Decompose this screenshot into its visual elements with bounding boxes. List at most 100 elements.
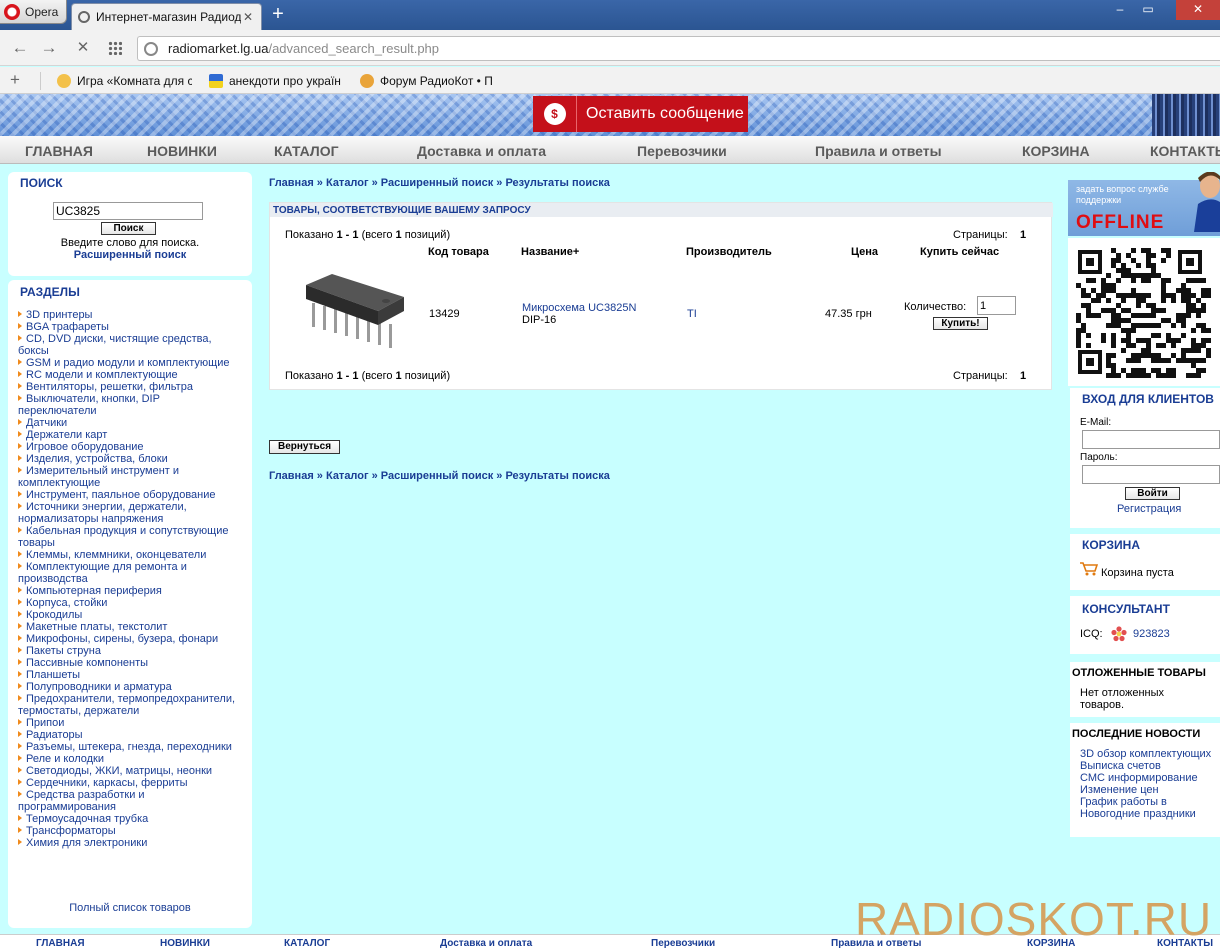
category-link[interactable]: Компьютерная периферия: [18, 585, 240, 597]
category-link[interactable]: Вентиляторы, решетки, фильтра: [18, 381, 240, 393]
breadcrumb[interactable]: Главная » Каталог » Расширенный поиск » …: [269, 177, 610, 189]
category-link[interactable]: Реле и колодки: [18, 753, 240, 765]
password-input[interactable]: [1082, 465, 1220, 484]
product-chip-image[interactable]: [304, 271, 406, 353]
category-link[interactable]: Полупроводники и арматура: [18, 681, 240, 693]
breadcrumb-bottom[interactable]: Главная » Каталог » Расширенный поиск » …: [269, 470, 610, 482]
category-link[interactable]: Разъемы, штекера, гнезда, переходники: [18, 741, 240, 753]
category-link[interactable]: Крокодилы: [18, 609, 240, 621]
news-link[interactable]: График работы в Новогодние праздники: [1080, 796, 1220, 820]
new-tab-button[interactable]: +: [268, 4, 288, 24]
category-link[interactable]: Радиаторы: [18, 729, 240, 741]
nav-home[interactable]: ГЛАВНАЯ: [25, 143, 93, 159]
nav-rules[interactable]: Правила и ответы: [815, 143, 942, 159]
news-link[interactable]: СМС информирование: [1080, 772, 1220, 784]
support-widget[interactable]: задать вопрос службе поддержки OFFLINE: [1068, 172, 1220, 236]
category-link[interactable]: Корпуса, стойки: [18, 597, 240, 609]
search-button[interactable]: Поиск: [101, 222, 156, 235]
category-link[interactable]: Пакеты струна: [18, 645, 240, 657]
login-button[interactable]: Войти: [1125, 487, 1180, 500]
qr-code-image[interactable]: [1068, 238, 1220, 386]
category-link[interactable]: Комплектующие для ремонта и производства: [18, 561, 240, 585]
bookmark-item[interactable]: анекдоти про україн: [209, 72, 342, 90]
browser-tab-bar: Opera Интернет-магазин Радиод ✕ + – ▭ ✕: [0, 0, 1220, 30]
nav-contacts[interactable]: КОНТАКТЫ: [1150, 143, 1220, 159]
category-link[interactable]: Держатели карт: [18, 429, 240, 441]
buy-button[interactable]: Купить!: [933, 317, 988, 330]
category-link[interactable]: Планшеты: [18, 669, 240, 681]
cat-icon: [360, 74, 374, 88]
advanced-search-link[interactable]: Расширенный поиск: [8, 249, 252, 261]
back-button[interactable]: Вернуться: [269, 440, 340, 454]
minimize-button[interactable]: –: [1106, 0, 1134, 20]
back-arrow-icon[interactable]: ←: [9, 38, 31, 58]
add-bookmark-icon[interactable]: +: [10, 70, 20, 90]
category-link[interactable]: Клеммы, клеммники, оконцеватели: [18, 549, 240, 561]
category-link[interactable]: RC модели и комплектующие: [18, 369, 240, 381]
speed-dial-icon[interactable]: [108, 41, 122, 55]
category-link[interactable]: Игровое оборудование: [18, 441, 240, 453]
category-link[interactable]: Кабельная продукция и сопутствующие това…: [18, 525, 240, 549]
bookmark-item[interactable]: Форум РадиоКот • П: [360, 72, 494, 90]
footer-nav-home[interactable]: ГЛАВНАЯ: [36, 938, 85, 949]
bookmark-item[interactable]: Игра «Комната для с: [57, 72, 192, 90]
email-input[interactable]: [1082, 430, 1220, 449]
category-link[interactable]: GSM и радио модули и комплектующие: [18, 357, 240, 369]
category-link[interactable]: Макетные платы, текстолит: [18, 621, 240, 633]
col-name[interactable]: Название+: [521, 246, 579, 258]
col-code[interactable]: Код товара: [428, 246, 489, 258]
category-link[interactable]: Микрофоны, сирены, бузера, фонари: [18, 633, 240, 645]
category-link[interactable]: Выключатели, кнопки, DIP переключатели: [18, 393, 240, 417]
search-input[interactable]: [53, 202, 203, 220]
category-link[interactable]: Припои: [18, 717, 240, 729]
cart-title[interactable]: КОРЗИНА: [1082, 538, 1140, 552]
category-link[interactable]: Датчики: [18, 417, 240, 429]
nav-carriers[interactable]: Перевозчики: [637, 143, 727, 159]
category-link[interactable]: Сердечники, каркасы, ферриты: [18, 777, 240, 789]
category-link[interactable]: Светодиоды, ЖКИ, матрицы, неонки: [18, 765, 240, 777]
nav-catalog[interactable]: КАТАЛОГ: [274, 143, 339, 159]
news-link[interactable]: Выписка счетов: [1080, 760, 1220, 772]
browser-tab[interactable]: Интернет-магазин Радиод ✕: [71, 3, 262, 30]
product-maker-link[interactable]: TI: [687, 308, 697, 320]
category-link[interactable]: Измерительный инструмент и комплектующие: [18, 465, 240, 489]
register-link[interactable]: Регистрация: [1117, 503, 1181, 515]
category-link[interactable]: Пассивные компоненты: [18, 657, 240, 669]
quantity-input[interactable]: [977, 296, 1016, 315]
category-link[interactable]: BGA трафареты: [18, 321, 240, 333]
category-link[interactable]: Источники энергии, держатели, нормализат…: [18, 501, 240, 525]
category-link[interactable]: Термоусадочная трубка: [18, 813, 240, 825]
leave-message-button[interactable]: $ Оставить сообщение: [533, 96, 748, 132]
col-maker[interactable]: Производитель: [686, 246, 772, 258]
site-info-icon[interactable]: [144, 41, 158, 56]
full-list-link[interactable]: Полный список товаров: [8, 902, 252, 914]
news-link[interactable]: 3D обзор комплектующих: [1080, 748, 1220, 760]
forward-arrow-icon[interactable]: →: [38, 38, 60, 58]
col-price[interactable]: Цена: [851, 246, 878, 258]
maximize-button[interactable]: ▭: [1134, 0, 1162, 20]
footer-nav-delivery[interactable]: Доставка и оплата: [440, 938, 532, 949]
category-link[interactable]: Изделия, устройства, блоки: [18, 453, 240, 465]
category-link[interactable]: Средства разработки и программирования: [18, 789, 240, 813]
nav-delivery[interactable]: Доставка и оплата: [417, 143, 546, 159]
stop-icon[interactable]: ✕: [72, 38, 94, 58]
category-link[interactable]: 3D принтеры: [18, 309, 240, 321]
category-link[interactable]: Инструмент, паяльное оборудование: [18, 489, 240, 501]
tab-close-icon[interactable]: ✕: [241, 10, 255, 24]
category-link[interactable]: Предохранители, термопредохранители, тер…: [18, 693, 240, 717]
window-close-button[interactable]: ✕: [1176, 0, 1220, 20]
footer-nav-catalog[interactable]: КАТАЛОГ: [284, 938, 330, 949]
nav-cart[interactable]: КОРЗИНА: [1022, 143, 1090, 159]
category-link[interactable]: Трансформаторы: [18, 825, 240, 837]
category-link[interactable]: CD, DVD диски, чистящие средства, боксы: [18, 333, 240, 357]
category-link[interactable]: Химия для электроники: [18, 837, 240, 849]
news-link[interactable]: Изменение цен: [1080, 784, 1220, 796]
footer-nav-carriers[interactable]: Перевозчики: [651, 938, 715, 949]
nav-new[interactable]: НОВИНКИ: [147, 143, 217, 159]
footer-nav-new[interactable]: НОВИНКИ: [160, 938, 210, 949]
address-bar[interactable]: radiomarket.lg.ua/advanced_search_result…: [137, 36, 1220, 61]
icq-number-link[interactable]: 923823: [1133, 628, 1170, 640]
bookmark-label: Форум РадиоКот • П: [380, 74, 493, 88]
opera-menu-button[interactable]: Opera: [0, 0, 67, 24]
product-name-link[interactable]: Микросхема UC3825N: [522, 302, 636, 314]
